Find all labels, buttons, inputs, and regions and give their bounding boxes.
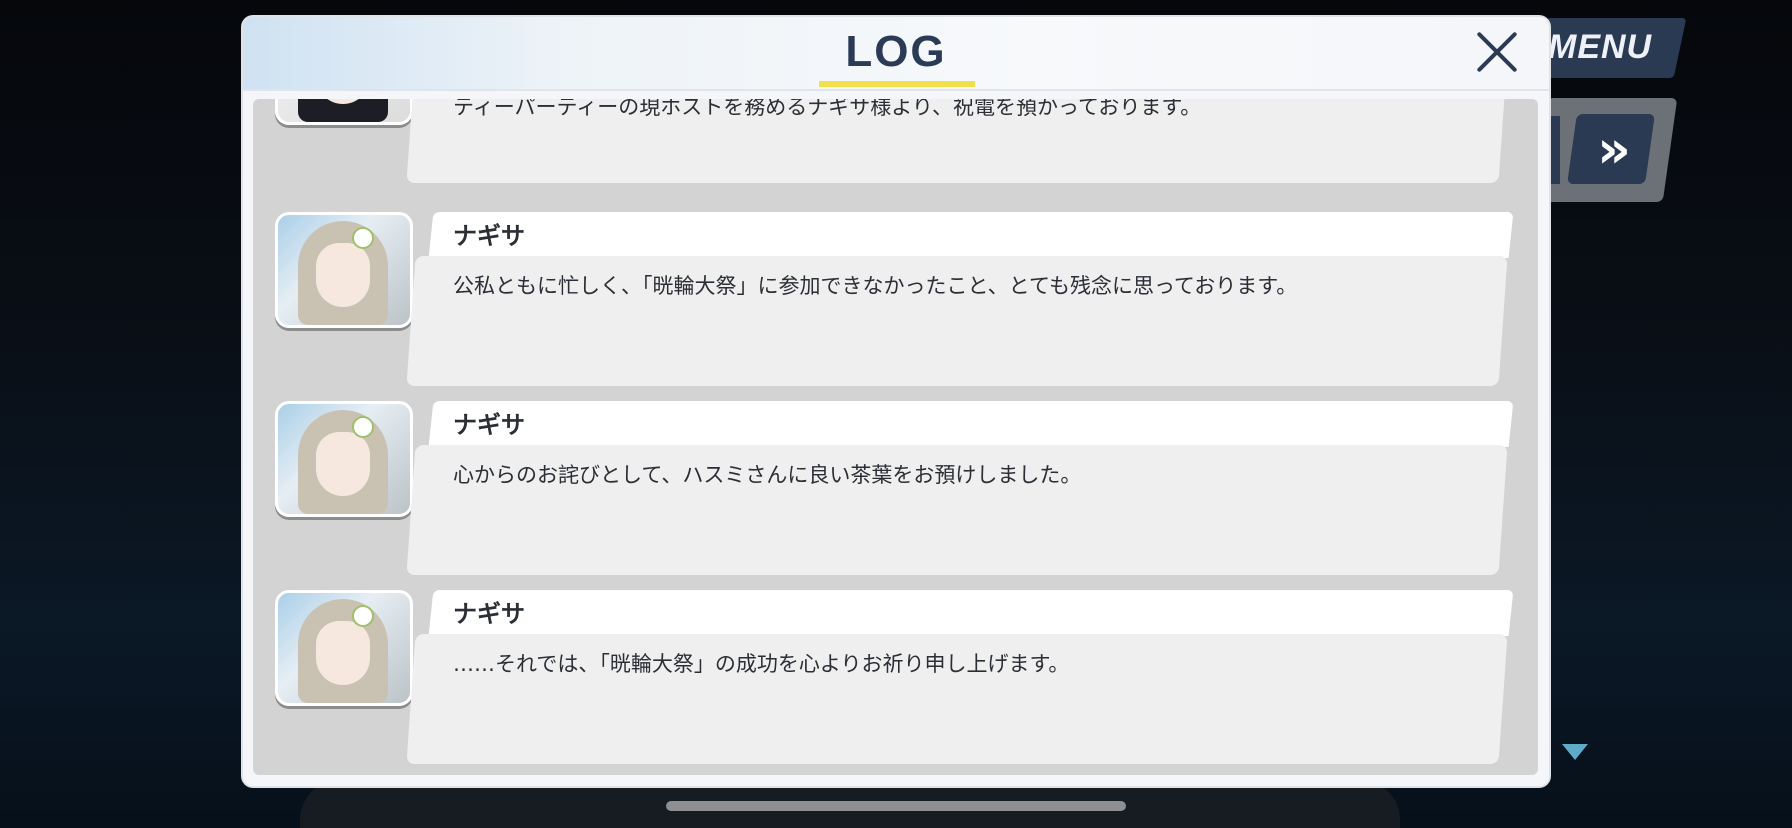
- flower-icon: [354, 229, 372, 247]
- dialog-header: LOG: [243, 17, 1549, 91]
- log-dialog: LOG ティーパーティーの現ホストを務めるナギサ様より、祝電を預かっております。: [243, 17, 1549, 786]
- speaker-name: ナギサ: [453, 600, 525, 628]
- character-portrait: [275, 99, 413, 125]
- log-entry: ナギサ ……それでは、「晄輪大祭」の成功を心よりお祈り申し上げます。: [253, 584, 1538, 773]
- bubble-tail: [413, 266, 429, 294]
- bubble-tail: [413, 455, 429, 483]
- log-list[interactable]: ティーパーティーの現ホストを務めるナギサ様より、祝電を預かっております。 ナギサ…: [253, 99, 1538, 775]
- log-entry: ティーパーティーの現ホストを務めるナギサ様より、祝電を預かっております。: [253, 99, 1538, 192]
- message-text: 公私ともに忙しく、「晄輪大祭」に参加できなかったこと、とても残念に思っております…: [453, 274, 1298, 298]
- title-underline: [819, 81, 975, 87]
- character-portrait: [275, 212, 413, 328]
- log-entry: ナギサ 公私ともに忙しく、「晄輪大祭」に参加できなかったこと、とても残念に思って…: [253, 206, 1538, 395]
- character-portrait: [275, 401, 413, 517]
- close-button[interactable]: [1472, 27, 1522, 77]
- flower-icon: [354, 607, 372, 625]
- message-text: ……それでは、「晄輪大祭」の成功を心よりお祈り申し上げます。: [453, 652, 1070, 676]
- bubble-tail: [413, 644, 429, 672]
- log-entry: ナギサ 心からのお詫びとして、ハスミさんに良い茶葉をお預けしました。: [253, 395, 1538, 584]
- fast-forward-icon[interactable]: »: [1584, 120, 1644, 180]
- flower-icon: [354, 418, 372, 436]
- dialog-title: LOG: [845, 27, 947, 76]
- message-text: 心からのお詫びとして、ハスミさんに良い茶葉をお預けしました。: [453, 463, 1082, 487]
- character-portrait: [275, 590, 413, 706]
- portrait-face: [316, 243, 370, 307]
- triangle-down-icon[interactable]: [1562, 744, 1588, 760]
- menu-button[interactable]: MENU: [1548, 28, 1688, 68]
- portrait-face: [316, 432, 370, 496]
- speaker-name: ナギサ: [453, 411, 525, 439]
- speaker-name: ナギサ: [453, 222, 525, 250]
- portrait-face: [316, 621, 370, 685]
- message-text: ティーパーティーの現ホストを務めるナギサ様より、祝電を預かっております。: [453, 99, 1202, 119]
- home-indicator[interactable]: [666, 801, 1126, 811]
